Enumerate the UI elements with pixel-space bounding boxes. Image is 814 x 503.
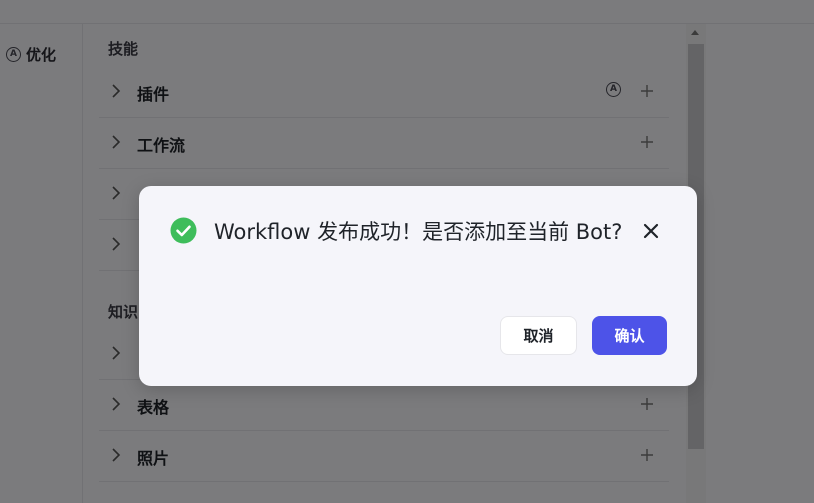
close-icon[interactable] [642,222,660,240]
publish-success-dialog: Workflow 发布成功！是否添加至当前 Bot? 取消 确认 [139,186,697,386]
dialog-message: Workflow 发布成功！是否添加至当前 Bot? [214,220,623,244]
confirm-button[interactable]: 确认 [592,316,667,355]
cancel-button[interactable]: 取消 [500,316,577,355]
check-circle-icon [170,217,197,244]
